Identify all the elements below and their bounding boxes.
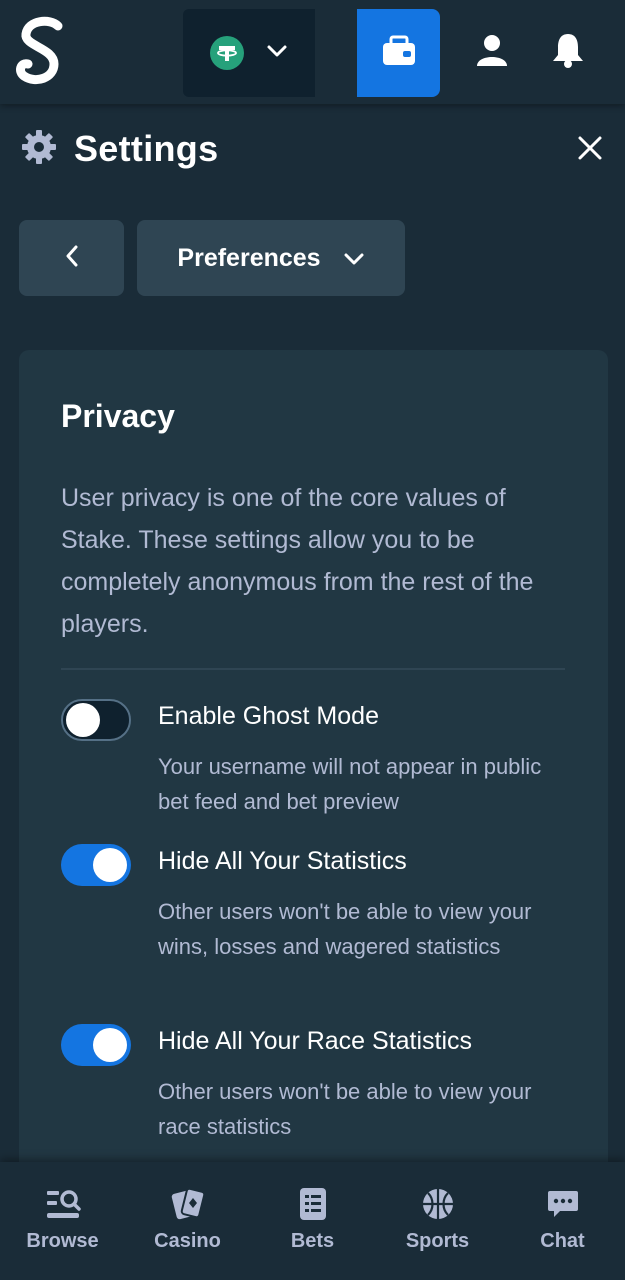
nav-label: Casino [154, 1230, 221, 1252]
chat-icon [545, 1186, 581, 1222]
setting-description: Other users won't be able to view your w… [158, 899, 532, 959]
stake-logo-icon[interactable] [14, 14, 70, 90]
setting-label: Hide All Your Race Statistics [158, 1027, 473, 1055]
privacy-card: Privacy User privacy is one of the core … [19, 350, 608, 1210]
nav-label: Bets [290, 1230, 335, 1252]
nav-sports[interactable]: Sports [375, 1162, 500, 1280]
nav-label: Sports [405, 1230, 470, 1252]
chevron-down-icon [343, 244, 365, 273]
page-title: Settings [74, 128, 219, 169]
section-dropdown[interactable]: Preferences [137, 220, 405, 296]
setting-description: Other users won't be able to view your r… [158, 1079, 532, 1139]
hide-statistics-toggle[interactable] [61, 844, 131, 886]
nav-label: Chat [540, 1230, 585, 1252]
nav-browse[interactable]: Browse [0, 1162, 125, 1280]
basketball-icon [420, 1186, 456, 1222]
casino-cards-icon [170, 1186, 206, 1222]
wallet-button[interactable] [357, 9, 440, 97]
setting-description: Your username will not appear in public … [158, 754, 542, 814]
browse-icon [45, 1186, 81, 1222]
bets-list-icon [295, 1186, 331, 1222]
hide-race-statistics-toggle[interactable] [61, 1024, 131, 1066]
nav-bets[interactable]: Bets [250, 1162, 375, 1280]
nav-label: Browse [26, 1230, 99, 1252]
top-bar [0, 0, 625, 104]
nav-chat[interactable]: Chat [500, 1162, 625, 1280]
wallet-icon [381, 35, 417, 72]
divider [61, 668, 565, 670]
close-icon[interactable] [572, 130, 608, 166]
back-button[interactable] [19, 220, 124, 296]
tether-icon [210, 36, 244, 70]
currency-selector[interactable] [183, 9, 315, 97]
section-dropdown-label: Preferences [177, 243, 321, 272]
bottom-nav: Browse Casino Bets Sports Chat [0, 1162, 625, 1280]
gear-icon [20, 128, 58, 171]
privacy-description: User privacy is one of the core values o… [61, 484, 534, 638]
setting-label: Enable Ghost Mode [158, 702, 379, 730]
privacy-title: Privacy [61, 398, 175, 434]
bell-icon[interactable] [548, 30, 588, 70]
ghost-mode-toggle[interactable] [61, 699, 131, 741]
chevron-left-icon [64, 244, 80, 273]
chevron-down-icon [266, 44, 288, 63]
user-icon[interactable] [472, 30, 512, 70]
nav-casino[interactable]: Casino [125, 1162, 250, 1280]
setting-label: Hide All Your Statistics [158, 847, 407, 875]
settings-header: Settings [20, 124, 218, 174]
